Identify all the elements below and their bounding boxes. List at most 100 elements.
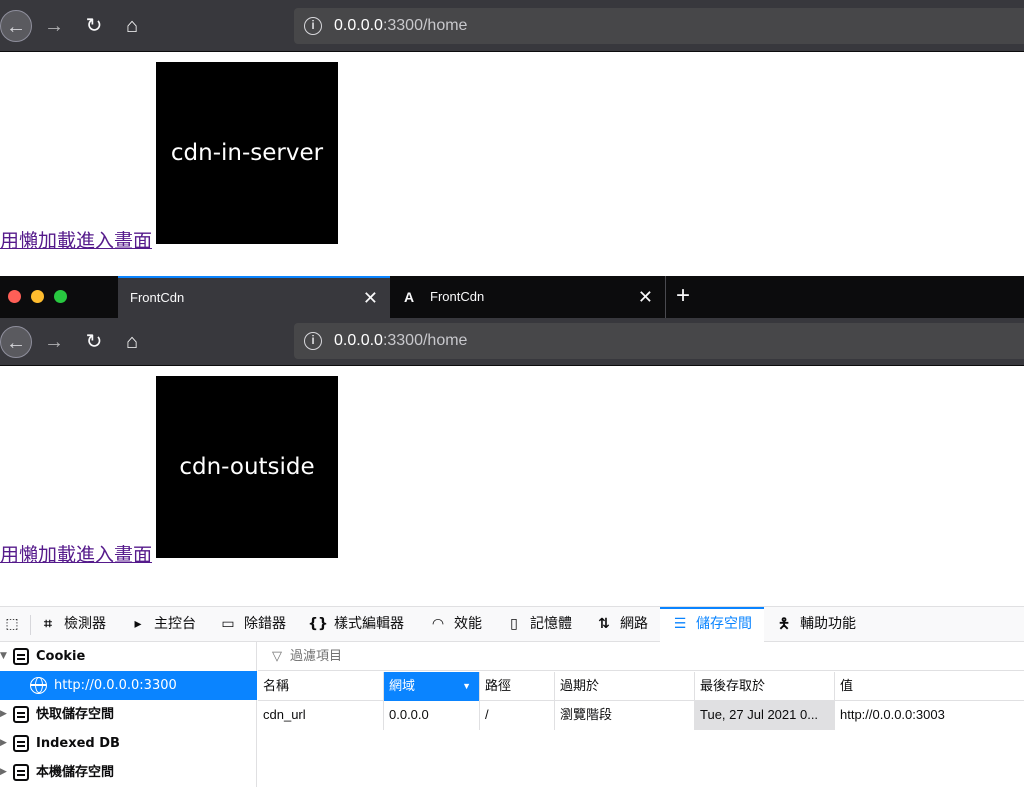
network-icon: ⇅ [598, 616, 610, 632]
tab-label: 樣式編輯器 [334, 616, 404, 632]
tab-strip: FrontCdn ✕ A FrontCdn ✕ [0, 276, 1024, 318]
tab-console[interactable]: ▸ 主控台 [128, 607, 196, 642]
tree-item-cache-storage[interactable]: ▶ 快取儲存空間 [0, 700, 257, 729]
cdn-image-label: cdn-in-server [170, 140, 324, 166]
tab-debugger[interactable]: ▭ 除錯器 [218, 607, 286, 642]
tab-label: 輔助功能 [800, 616, 856, 632]
close-window-button[interactable] [8, 290, 21, 303]
tab-label: 除錯器 [244, 616, 286, 632]
cell-name: cdn_url [258, 701, 384, 730]
filter-placeholder: 過濾項目 [290, 648, 343, 663]
cdn-image: cdn-outside [156, 376, 338, 558]
tree-item-local-storage[interactable]: ▶ 本機儲存空間 [0, 758, 257, 787]
home-button[interactable]: ⌂ [116, 326, 148, 358]
element-picker-button[interactable]: ⬚ [2, 607, 28, 642]
angular-icon: A [404, 289, 415, 305]
column-label: 路徑 [485, 678, 512, 693]
url-bar[interactable]: i 0.0.0.0:3300/home [294, 323, 1024, 359]
collapsed-arrow-icon[interactable]: ▶ [0, 700, 10, 729]
style-editor-icon: {} [308, 616, 328, 632]
column-header-domain[interactable]: 網域 ▼ [384, 672, 480, 701]
cell-domain: 0.0.0.0 [384, 701, 480, 730]
tab-inspector[interactable]: ⌗ 檢測器 [38, 607, 106, 642]
tab-label: 網路 [620, 616, 648, 632]
tree-item-indexed-db[interactable]: ▶ Indexed DB [0, 729, 257, 758]
table-row[interactable]: cdn_url 0.0.0.0 / 瀏覽階段 Tue, 27 Jul 2021 … [258, 701, 1024, 730]
tree-item-label: 本機儲存空間 [36, 765, 115, 780]
column-label: 最後存取於 [700, 678, 766, 693]
forward-button[interactable]: → [38, 10, 70, 42]
lazy-load-link[interactable]: 用懶加載進入畫面 [0, 540, 152, 567]
tab-label: 儲存空間 [696, 616, 752, 632]
site-info-icon[interactable]: i [304, 332, 322, 350]
forward-button[interactable]: → [38, 326, 70, 358]
storage-icon [13, 706, 29, 723]
url-path: :3300/home [382, 332, 468, 349]
tree-item-cookie[interactable]: ▼ Cookie [0, 642, 257, 671]
accessibility-icon: 🯅 [777, 616, 791, 632]
tab-network[interactable]: ⇅ 網路 [594, 607, 648, 642]
storage-icon [13, 735, 29, 752]
url-host: 0.0.0.0 [334, 17, 383, 34]
filter-icon: ▽ [272, 648, 282, 663]
column-header-path[interactable]: 路徑 [480, 672, 555, 701]
reload-button[interactable]: ↻ [78, 326, 110, 358]
collapsed-arrow-icon[interactable]: ▶ [0, 729, 10, 758]
storage-tree: ▼ Cookie http://0.0.0.0:3300 ▶ 快取儲存空間 ▶ … [0, 642, 257, 787]
site-info-icon[interactable]: i [304, 17, 322, 35]
filter-input[interactable]: ▽ 過濾項目 [258, 642, 1024, 671]
memory-icon: ▯ [510, 616, 518, 632]
cell-path: / [480, 701, 555, 730]
expanded-arrow-icon[interactable]: ▼ [0, 642, 10, 671]
performance-icon: ◠ [432, 616, 444, 632]
tab-label: 效能 [454, 616, 482, 632]
cdn-image-label: cdn-outside [179, 454, 315, 480]
reload-button[interactable]: ↻ [78, 10, 110, 42]
back-button[interactable]: ← [0, 10, 32, 42]
tab-style-editor[interactable]: {} 樣式編輯器 [308, 607, 404, 642]
close-tab-icon[interactable]: ✕ [638, 276, 653, 318]
storage-icon [13, 764, 29, 781]
tab-frontcdn[interactable]: A FrontCdn ✕ [392, 276, 666, 318]
tree-item-label: http://0.0.0.0:3300 [54, 678, 177, 693]
home-button[interactable]: ⌂ [116, 10, 148, 42]
tab-performance[interactable]: ◠ 效能 [428, 607, 482, 642]
tab-frontcdn-active[interactable]: FrontCdn ✕ [118, 276, 390, 318]
column-header-name[interactable]: 名稱 [258, 672, 384, 701]
console-icon: ▸ [134, 616, 142, 632]
column-header-value[interactable]: 值 [835, 672, 1024, 701]
tab-title: FrontCdn [130, 290, 185, 305]
cell-last-accessed: Tue, 27 Jul 2021 0... [695, 701, 835, 730]
lazy-load-link[interactable]: 用懶加載進入畫面 [0, 226, 152, 253]
debugger-icon: ▭ [221, 616, 235, 632]
maximize-window-button[interactable] [54, 290, 67, 303]
cell-value: http://0.0.0.0:3003 [840, 707, 945, 722]
column-header-last-accessed[interactable]: 最後存取於 [695, 672, 835, 701]
back-button[interactable]: ← [0, 326, 32, 358]
tree-item-label: Cookie [36, 649, 86, 664]
storage-icon [13, 648, 29, 665]
tab-memory[interactable]: ▯ 記憶體 [504, 607, 572, 642]
column-label: 值 [840, 678, 854, 693]
toolbar-divider [30, 615, 31, 635]
tab-accessibility[interactable]: 🯅 輔助功能 [774, 607, 856, 642]
tab-storage[interactable]: ☰ 儲存空間 [660, 607, 764, 642]
url-bar[interactable]: i 0.0.0.0:3300/home [294, 8, 1024, 44]
element-picker-icon: ⬚ [5, 616, 19, 632]
storage-icon: ☰ [673, 616, 687, 632]
tab-label: 檢測器 [64, 616, 106, 632]
tab-title: FrontCdn [430, 289, 485, 304]
minimize-window-button[interactable] [31, 290, 44, 303]
tree-item-origin[interactable]: http://0.0.0.0:3300 [0, 671, 257, 700]
tab-label: 主控台 [154, 616, 196, 632]
table-header: 名稱 網域 ▼ 路徑 過期於 最後存取於 值 [258, 672, 1024, 701]
close-tab-icon[interactable]: ✕ [363, 278, 378, 318]
top-navigation-bar: ← → ↻ ⌂ i 0.0.0.0:3300/home [0, 0, 1024, 52]
collapsed-arrow-icon[interactable]: ▶ [0, 758, 10, 787]
cdn-image: cdn-in-server [156, 62, 338, 244]
column-header-expires[interactable]: 過期於 [555, 672, 695, 701]
new-tab-button[interactable]: + [676, 276, 690, 318]
url-path: :3300/home [382, 17, 468, 34]
inspector-icon: ⌗ [44, 616, 52, 632]
column-label: 過期於 [560, 678, 600, 693]
